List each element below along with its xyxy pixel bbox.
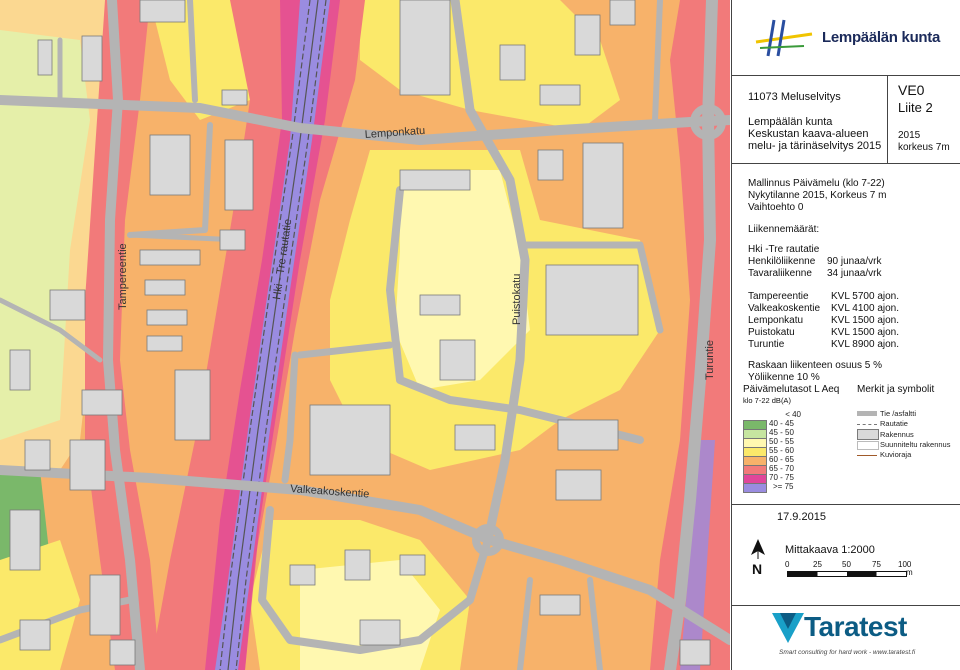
scale-unit: m bbox=[906, 568, 913, 577]
symbol-label-building: Rakennus bbox=[880, 430, 914, 439]
legend-level-8: >= 75 bbox=[773, 482, 794, 491]
client-name: Lempäälän kunta bbox=[748, 116, 833, 128]
road-name-4: Puistokatu bbox=[748, 327, 795, 338]
appendix-label: Liite 2 bbox=[898, 100, 933, 115]
legend-title: Päivämelutasot L Aeq bbox=[743, 384, 840, 395]
rail-passenger-name: Henkilöliikenne bbox=[748, 256, 816, 267]
legend-subtitle: klo 7-22 dB(A) bbox=[743, 396, 791, 405]
heavy-traffic-share: Raskaan liikenteen osuus 5 % bbox=[748, 360, 882, 371]
symbol-road bbox=[857, 411, 877, 416]
rail-freight-name: Tavaraliikenne bbox=[748, 268, 812, 279]
model-line-1: Mallinnus Päivämelu (klo 7-22) bbox=[748, 178, 885, 189]
taratest-logo-icon bbox=[772, 613, 804, 643]
road-value-3: KVL 1500 ajon. bbox=[831, 315, 900, 326]
legend-level-3: 50 - 55 bbox=[769, 437, 794, 446]
legend-level-2: 45 - 50 bbox=[769, 428, 794, 437]
road-value-2: KVL 4100 ajon. bbox=[831, 303, 900, 314]
traffic-title: Liikennemäärät: bbox=[748, 224, 820, 235]
legend-level-7: 70 - 75 bbox=[769, 473, 794, 482]
symbol-rail bbox=[857, 424, 877, 425]
scale-tick-75: 75 bbox=[872, 560, 881, 569]
symbol-building bbox=[857, 429, 879, 440]
legend-level-5: 60 - 65 bbox=[769, 455, 794, 464]
road-name-2: Valkeakoskentie bbox=[748, 303, 821, 314]
project-info: 11073 Meluselvitys Lempäälän kunta Kesku… bbox=[732, 76, 960, 164]
project-number: 11073 Meluselvitys bbox=[748, 91, 841, 103]
symbols-title: Merkit ja symbolit bbox=[857, 384, 935, 395]
scale-tick-0: 0 bbox=[785, 560, 790, 569]
symbol-contour bbox=[857, 455, 877, 456]
rail-passenger-value: 90 junaa/vrk bbox=[827, 256, 882, 267]
road-value-5: KVL 8900 ajon. bbox=[831, 339, 900, 350]
night-traffic-share: Yöliikenne 10 % bbox=[748, 372, 820, 383]
height-label: korkeus 7m bbox=[898, 142, 950, 153]
date-label: 17.9.2015 bbox=[777, 511, 826, 523]
brand-name: Lempäälän kunta bbox=[822, 29, 941, 46]
header-logo: Lempäälän kunta bbox=[732, 0, 960, 76]
symbol-label-road: Tie /asfaltti bbox=[880, 409, 916, 418]
lempaala-logo-icon bbox=[755, 19, 813, 57]
label-puistokatu: Puistokatu bbox=[511, 274, 523, 325]
scale-tick-25: 25 bbox=[813, 560, 822, 569]
scale-label: Mittakaava 1:2000 bbox=[785, 544, 875, 556]
model-line-3: Vaihtoehto 0 bbox=[748, 202, 804, 213]
legend-level-4: 55 - 60 bbox=[769, 446, 794, 455]
road-name-1: Tampereentie bbox=[748, 291, 809, 302]
road-name-3: Lemponkatu bbox=[748, 315, 804, 326]
year-label: 2015 bbox=[898, 130, 921, 141]
legend-level-6: 65 - 70 bbox=[769, 464, 794, 473]
taratest-tagline: Smart consulting for hard work - www.tar… bbox=[779, 649, 916, 656]
scale-block: 17.9.2015 N Mittakaava 1:2000 0 25 50 75… bbox=[732, 504, 960, 606]
symbol-label-planned: Suunniteltu rakennus bbox=[880, 440, 951, 449]
rail-title: Hki -Tre rautatie bbox=[748, 244, 820, 255]
label-tampereentie: Tampereentie bbox=[117, 243, 129, 310]
label-turuntie: Turuntie bbox=[704, 340, 716, 380]
road-name-5: Turuntie bbox=[748, 339, 785, 350]
model-line-2: Nykytilanne 2015, Korkeus 7 m bbox=[748, 190, 887, 201]
noise-map: Lemponkatu Tampereentie Hki - Tre rautat… bbox=[0, 0, 730, 670]
scale-bar bbox=[787, 571, 907, 577]
road-value-4: KVL 1500 ajon. bbox=[831, 327, 900, 338]
project-title-2: melu- ja tärinäselvitys 2015 bbox=[748, 140, 882, 152]
legend-swatch-8 bbox=[743, 483, 767, 493]
alternative-code: VE0 bbox=[898, 82, 925, 98]
map-legend-panel: Lempäälän kunta 11073 Meluselvitys Lempä… bbox=[731, 0, 960, 670]
symbol-label-contour: Kuvioraja bbox=[880, 450, 912, 459]
taratest-logo: Taratest Smart consulting for hard work … bbox=[732, 605, 960, 670]
taratest-brand: Taratest bbox=[804, 611, 907, 642]
project-title-1: Keskustan kaava-alueen bbox=[748, 128, 869, 140]
symbol-label-rail: Rautatie bbox=[880, 419, 908, 428]
rail-freight-value: 34 junaa/vrk bbox=[827, 268, 882, 279]
north-label: N bbox=[752, 561, 763, 577]
legend-level-1: 40 - 45 bbox=[769, 419, 794, 428]
model-info: Mallinnus Päivämelu (klo 7-22) Nykytilan… bbox=[732, 164, 960, 504]
scale-tick-50: 50 bbox=[842, 560, 851, 569]
road-value-1: KVL 5700 ajon. bbox=[831, 291, 900, 302]
symbol-planned-building bbox=[857, 441, 879, 450]
legend-level-0: < 40 bbox=[785, 410, 801, 419]
